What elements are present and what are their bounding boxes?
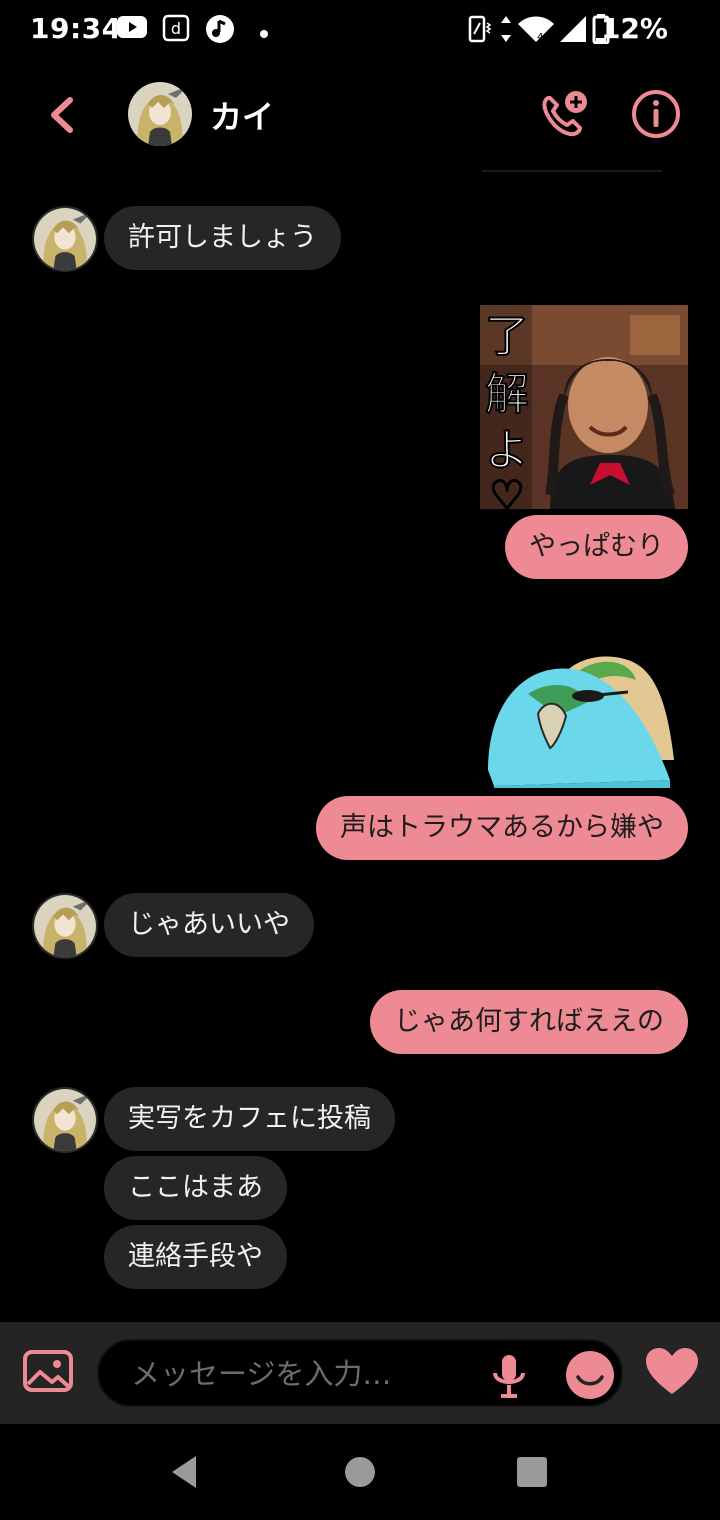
svg-text:4: 4: [537, 32, 543, 43]
nav-recents-button[interactable]: [517, 1457, 547, 1487]
emoji-button[interactable]: [565, 1350, 615, 1400]
message-incoming[interactable]: じゃあいいや: [104, 893, 314, 957]
message-incoming[interactable]: ここはまあ: [104, 1156, 287, 1220]
back-button[interactable]: [40, 92, 86, 138]
add-call-button[interactable]: [538, 88, 590, 140]
message-outgoing[interactable]: じゃあ何すればええの: [370, 990, 688, 1054]
contact-avatar-small[interactable]: [32, 206, 98, 272]
vibrate-icon: [468, 14, 492, 48]
sticker-image[interactable]: 了 解 よ ♡: [480, 305, 688, 520]
nav-back-icon: [172, 1456, 196, 1488]
message-composer: [0, 1322, 720, 1424]
like-button[interactable]: [644, 1346, 700, 1398]
system-nav-bar: [0, 1424, 720, 1520]
bird-sticker[interactable]: [488, 640, 678, 788]
nav-back-button[interactable]: [168, 1454, 200, 1490]
heart-icon: [646, 1348, 698, 1394]
dot-icon: [259, 24, 269, 43]
mic-icon: [493, 1355, 525, 1398]
emoji-icon: [566, 1351, 614, 1399]
message-outgoing[interactable]: 声はトラウマあるから嫌や: [316, 796, 688, 860]
message-incoming[interactable]: 連絡手段や: [104, 1225, 287, 1289]
gallery-icon: [23, 1350, 73, 1392]
header-divider: [482, 170, 662, 172]
status-bar: 19:34 d 4 12%: [0, 0, 720, 58]
message-input-container: [97, 1339, 623, 1407]
message-outgoing[interactable]: やっぱむり: [505, 515, 688, 579]
youtube-icon: [116, 14, 148, 44]
sticker-caption-char: ♡: [489, 473, 525, 509]
nav-home-button[interactable]: [345, 1457, 375, 1487]
contact-name[interactable]: カイ: [210, 92, 274, 138]
data-arrows-icon: [499, 14, 513, 48]
sticker-caption-char: 了: [485, 311, 529, 362]
mic-button[interactable]: [491, 1353, 527, 1399]
svg-text:d: d: [171, 19, 181, 38]
phone-add-icon: [542, 91, 587, 137]
music-icon: [205, 14, 235, 48]
sticker-caption-char: よ: [485, 425, 529, 476]
sticker-caption-char: 解: [485, 369, 529, 420]
info-icon: [632, 90, 680, 138]
signal-icon: [558, 14, 588, 48]
message-incoming[interactable]: 許可しましょう: [104, 206, 341, 270]
message-input[interactable]: [129, 1351, 463, 1397]
wifi-icon: 4: [516, 14, 556, 48]
contact-avatar-small[interactable]: [32, 1087, 98, 1153]
contact-avatar-small[interactable]: [32, 893, 98, 959]
battery-percent: 12%: [600, 12, 668, 45]
info-button[interactable]: [630, 88, 682, 140]
status-time: 19:34: [30, 12, 122, 45]
contact-avatar[interactable]: [128, 82, 192, 146]
message-incoming[interactable]: 実写をカフェに投稿: [104, 1087, 395, 1151]
gallery-button[interactable]: [22, 1348, 74, 1396]
chat-header: カイ: [0, 70, 720, 160]
d-app-icon: d: [162, 14, 190, 46]
chevron-left-icon: [51, 97, 73, 133]
